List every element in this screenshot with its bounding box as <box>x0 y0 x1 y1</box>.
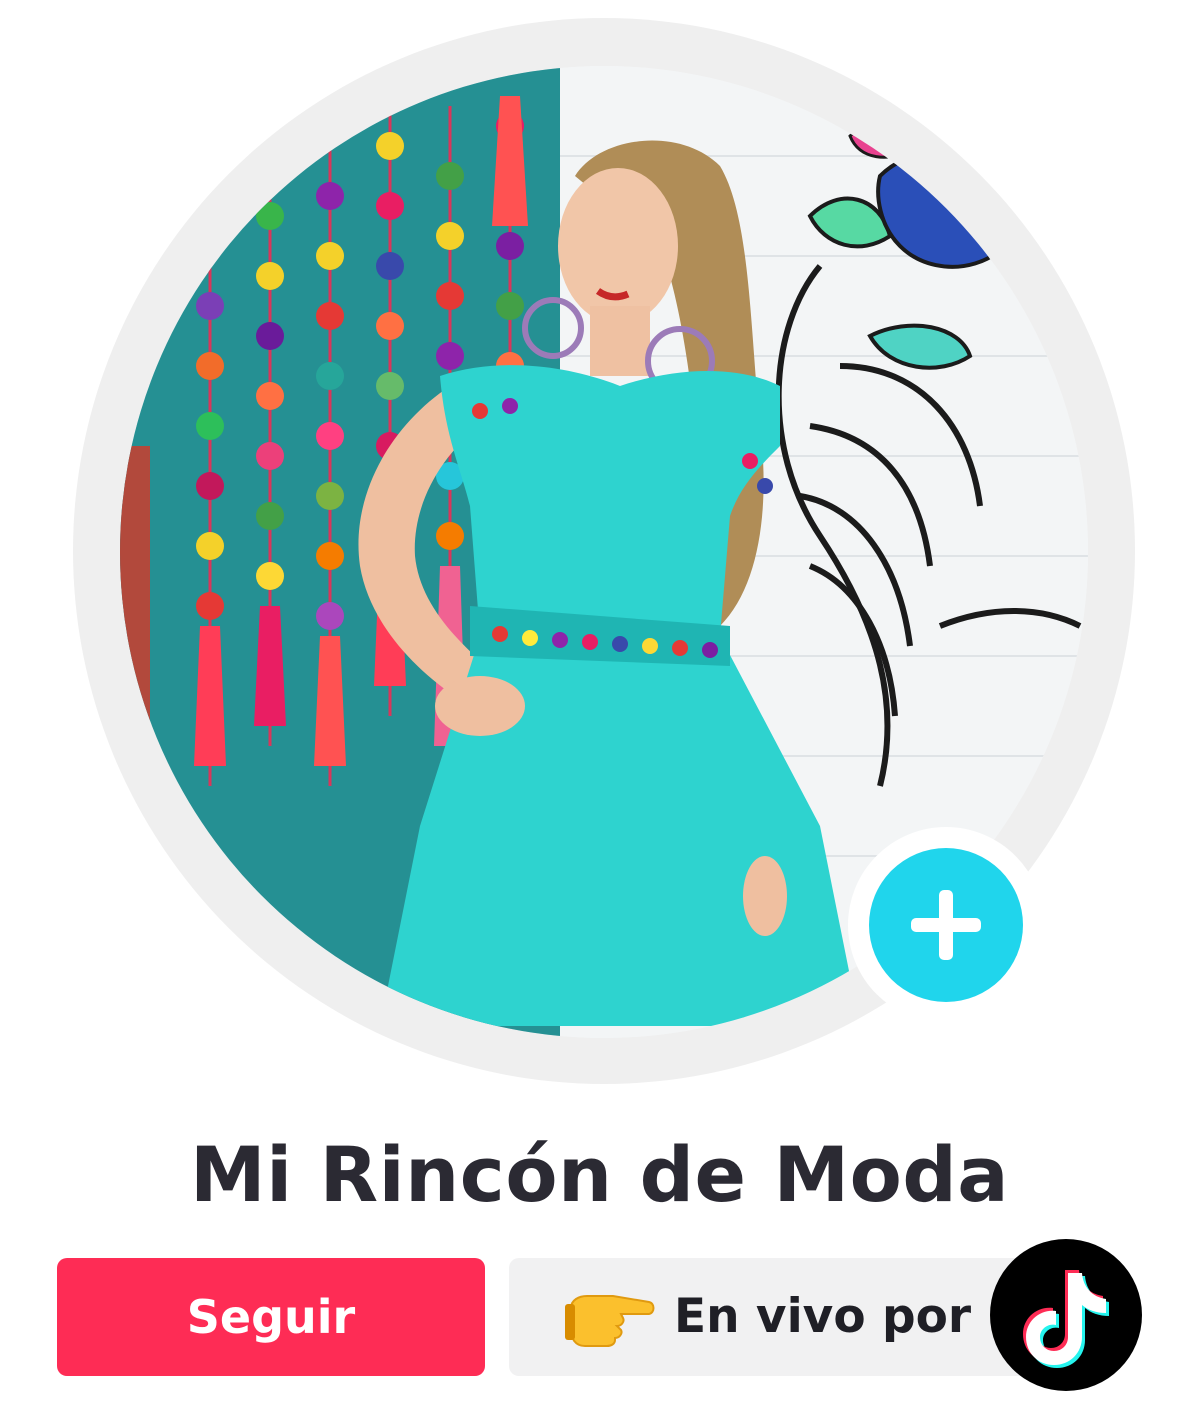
follow-plus-badge[interactable] <box>848 827 1044 1023</box>
profile-name: Mi Rincón de Moda <box>189 1130 1010 1219</box>
live-on-banner[interactable]: En vivo por <box>509 1258 1029 1376</box>
pointing-right-hand-icon <box>565 1295 655 1347</box>
tiktok-logo-icon[interactable] <box>990 1239 1142 1391</box>
follow-button[interactable]: Seguir <box>57 1258 485 1376</box>
tiktok-note-icon <box>1023 1270 1109 1368</box>
live-label: En vivo por <box>674 1289 972 1344</box>
plus-icon <box>869 848 1023 1002</box>
